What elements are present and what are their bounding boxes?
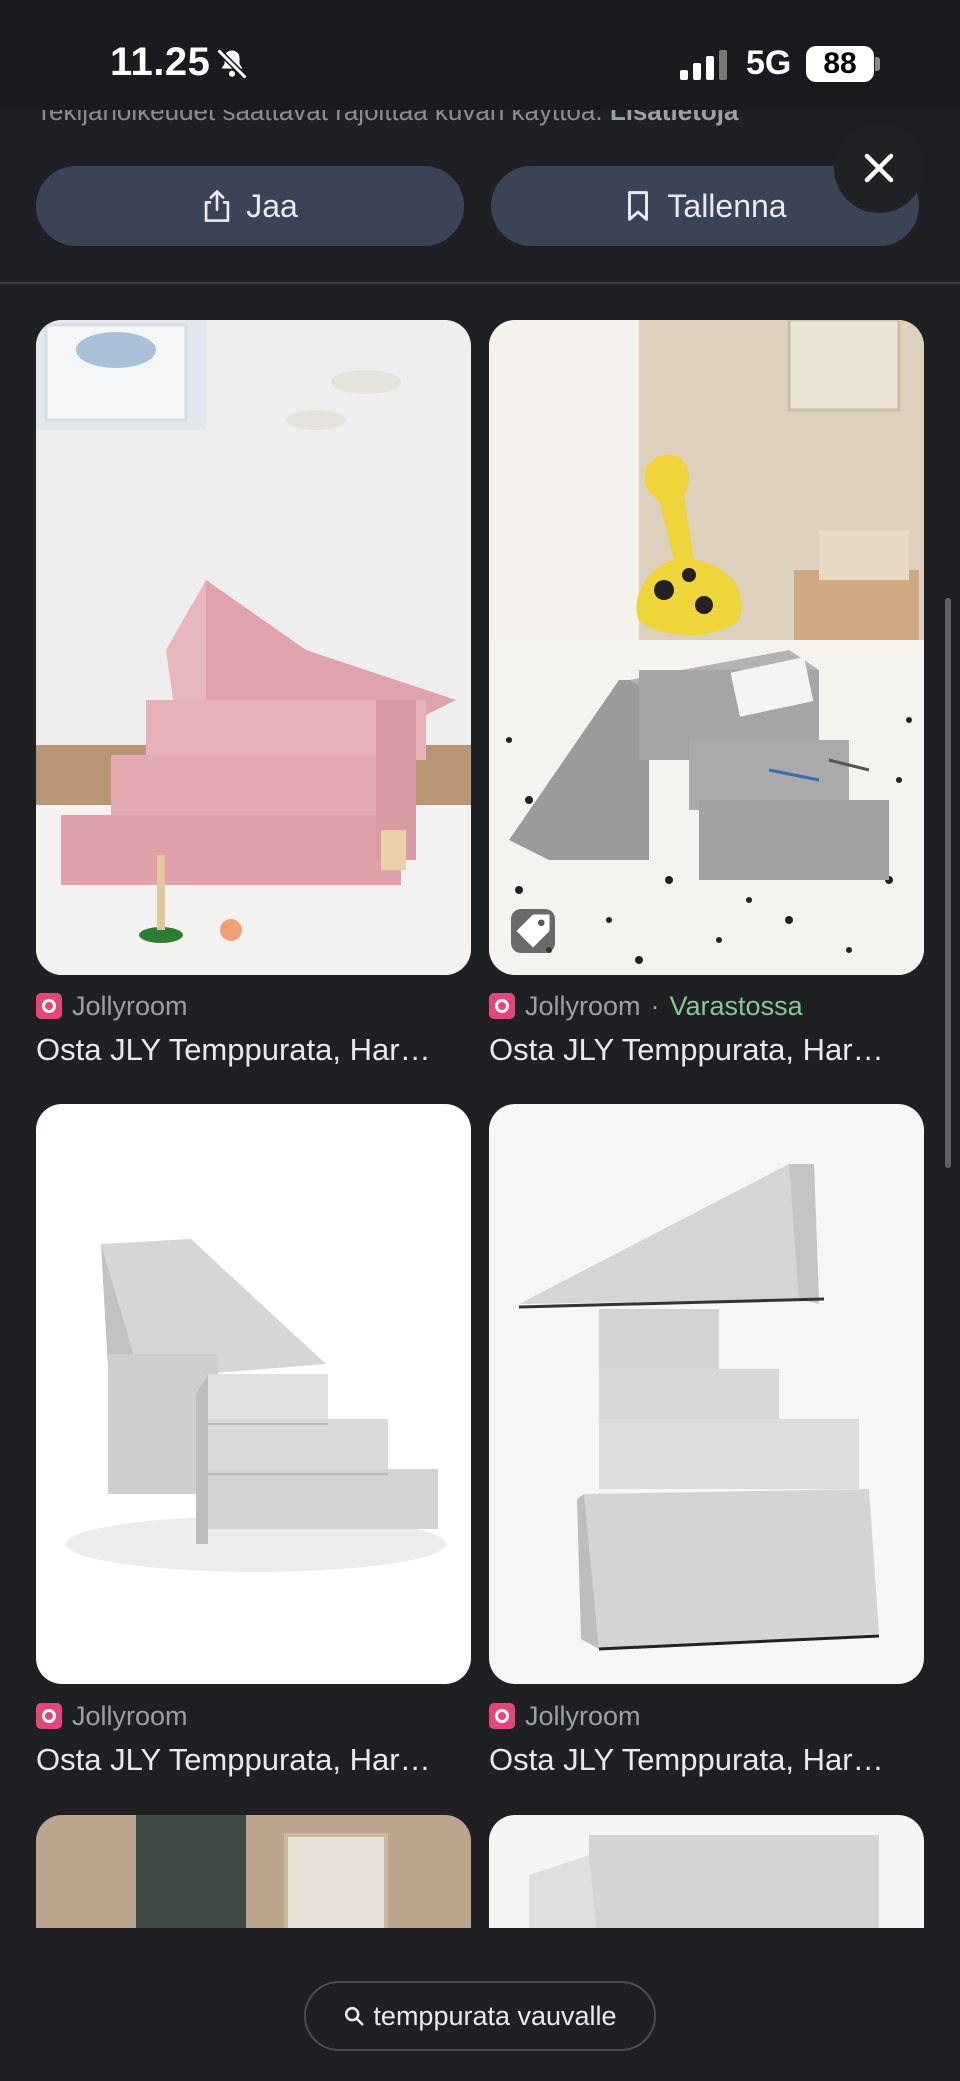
page: 11.25 5G 88 Tekijänoikeudet saattavat ra… (0, 0, 960, 2081)
source-separator: · (650, 990, 660, 1021)
result-title[interactable]: Osta JLY Temppurata, Har… (489, 1742, 929, 1778)
tag-icon (516, 914, 550, 948)
result-image[interactable] (36, 320, 471, 975)
status-bar: 11.25 5G 88 (0, 0, 960, 110)
jollyroom-logo-icon (36, 1703, 62, 1729)
status-time: 11.25 (110, 40, 211, 84)
source-name: Jollyroom (72, 1700, 188, 1731)
product-photo-grey-stack (489, 1104, 924, 1684)
search-query-text: temppurata vauvalle (373, 2000, 617, 2031)
result-title[interactable]: Osta JLY Temppurata, Har… (36, 1742, 476, 1778)
battery-level: 88 (806, 46, 874, 82)
result-image[interactable] (489, 1104, 924, 1684)
result-source[interactable]: Jollyroom · Varastossa (489, 989, 803, 1023)
source-name: Jollyroom (525, 1700, 641, 1731)
product-photo-pink-steps (36, 320, 471, 975)
product-photo-grey-giraffe (489, 320, 924, 975)
result-source[interactable]: Jollyroom (489, 1699, 641, 1733)
share-button[interactable]: Jaa (36, 166, 464, 246)
scrollbar[interactable] (945, 598, 951, 1168)
network-type: 5G (746, 44, 792, 82)
save-label: Tallenna (667, 187, 787, 224)
close-icon (864, 153, 894, 183)
result-title[interactable]: Osta JLY Temppurata, Har… (36, 1032, 476, 1068)
search-icon (345, 2006, 364, 2026)
result-image[interactable] (489, 320, 924, 975)
jollyroom-logo-icon (36, 993, 62, 1019)
result-source[interactable]: Jollyroom (36, 989, 188, 1023)
share-label: Jaa (246, 187, 298, 224)
source-name: Jollyroom (72, 990, 188, 1021)
close-button[interactable] (834, 123, 924, 213)
result-image[interactable] (36, 1104, 471, 1684)
signal-icon (680, 50, 727, 80)
jollyroom-logo-icon (489, 993, 515, 1019)
stock-status: Varastossa (669, 990, 803, 1021)
bookmark-icon (628, 191, 649, 221)
shopping-tag-badge (511, 909, 555, 953)
divider (0, 282, 960, 284)
share-icon (204, 190, 230, 222)
product-photo-grey-steps (36, 1104, 471, 1684)
source-name: Jollyroom (525, 990, 641, 1021)
jollyroom-logo-icon (489, 1703, 515, 1729)
result-source[interactable]: Jollyroom (36, 1699, 188, 1733)
battery-icon (875, 57, 880, 71)
result-title[interactable]: Osta JLY Temppurata, Har… (489, 1032, 929, 1068)
search-query-pill[interactable]: temppurata vauvalle (304, 1981, 656, 2051)
bell-muted-icon (216, 48, 248, 80)
